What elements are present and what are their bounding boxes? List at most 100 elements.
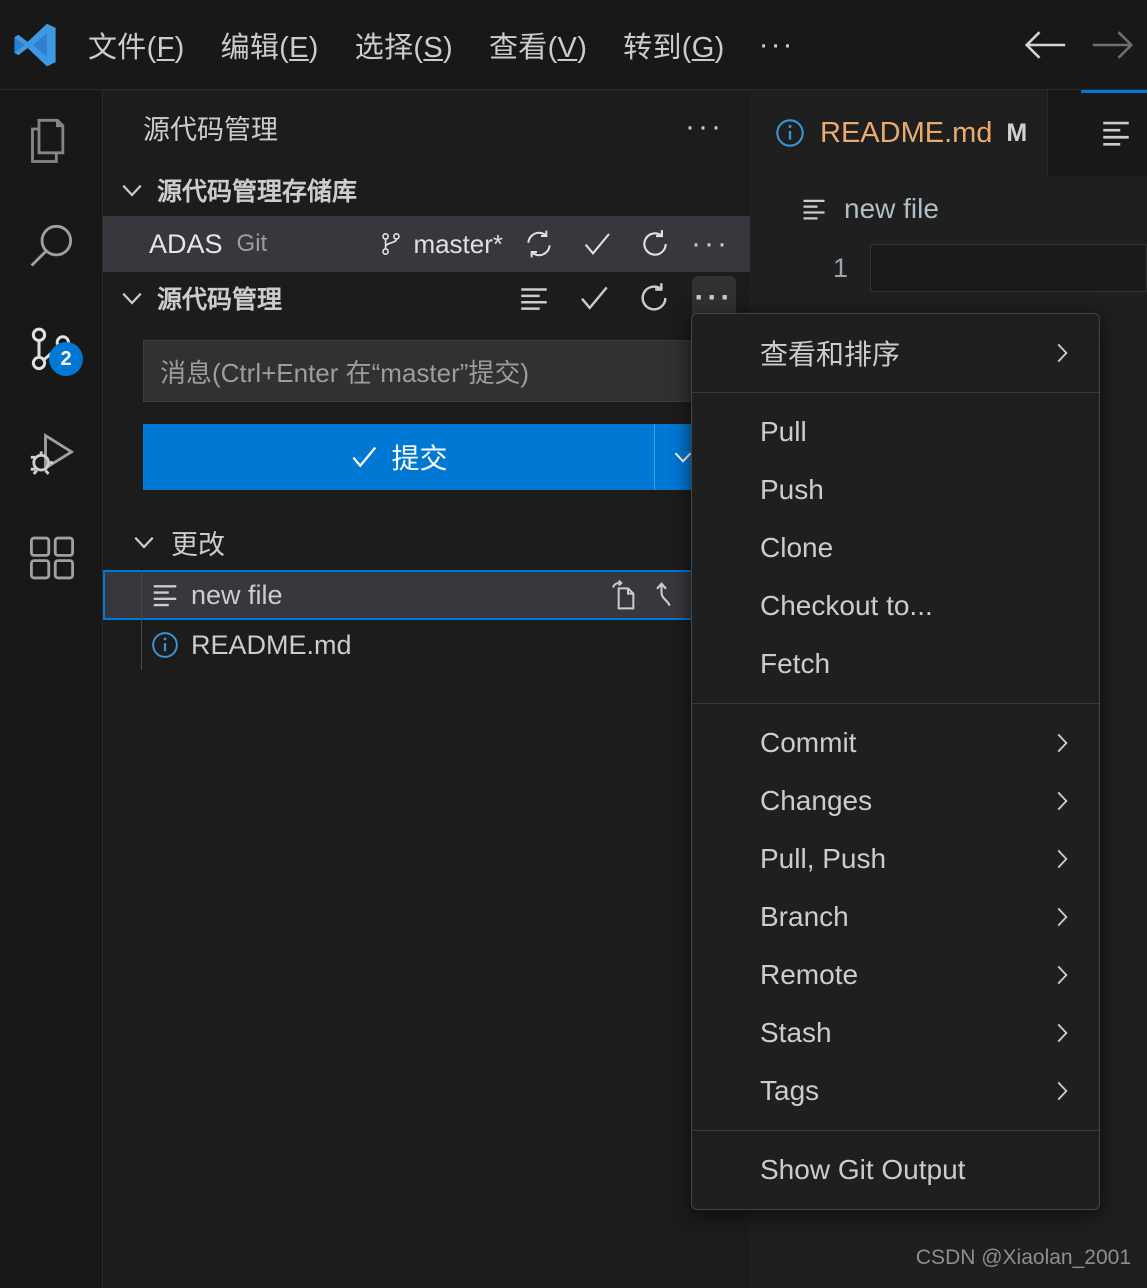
context-menu-item-label: Tags bbox=[760, 1075, 820, 1106]
sidebar-item-run-debug[interactable] bbox=[0, 402, 103, 506]
run-debug-icon bbox=[30, 433, 74, 475]
context-menu-item[interactable]: Remote bbox=[692, 946, 1099, 1004]
check-icon bbox=[349, 442, 379, 472]
section-header-repositories-label: 源代码管理存储库 bbox=[157, 178, 358, 206]
context-menu-group: Commit Changes Pull, Push Branch Remote Stash… bbox=[692, 703, 1099, 1130]
diff-editor-title: new file bbox=[750, 176, 1147, 242]
section-header-scm[interactable]: 源代码管理 ··· bbox=[103, 272, 750, 324]
menu-item-edit-label: 编辑 bbox=[220, 31, 280, 64]
context-menu-item[interactable]: Branch bbox=[692, 888, 1099, 946]
context-menu-item-label: Checkout to... bbox=[760, 590, 933, 621]
menu-item-more[interactable]: ··· bbox=[743, 22, 811, 68]
commit-button-group: 提交 bbox=[143, 424, 710, 490]
context-menu-group: Pull Push Clone Checkout to... Fetch bbox=[692, 392, 1099, 703]
menu-bar[interactable]: 文件(F) 编辑(E) 选择(S) 查看(V) 转到(G) ··· bbox=[70, 18, 811, 72]
arrow-left-icon[interactable] bbox=[1011, 0, 1079, 90]
files-icon bbox=[30, 118, 64, 163]
editor-tab-actions bbox=[1085, 90, 1147, 176]
discard-icon[interactable] bbox=[654, 580, 684, 610]
source-control-sidebar: 源代码管理 ··· 源代码管理存储库 ADAS Git master* ··· … bbox=[103, 90, 750, 1288]
chevron-right-icon bbox=[1049, 846, 1075, 872]
context-menu-item[interactable]: Pull bbox=[692, 403, 1099, 461]
check-icon[interactable] bbox=[575, 222, 619, 266]
sidebar-item-explorer[interactable] bbox=[0, 90, 103, 194]
context-menu-item[interactable]: 查看和排序 bbox=[692, 324, 1099, 382]
sidebar-title: 源代码管理 bbox=[143, 114, 278, 145]
context-menu-item[interactable]: Commit bbox=[692, 714, 1099, 772]
context-menu-item[interactable]: Show Git Output bbox=[692, 1141, 1099, 1199]
repository-row[interactable]: ADAS Git master* ··· bbox=[103, 216, 750, 272]
menu-item-edit-mnemonic: E bbox=[289, 31, 309, 64]
code-line-content[interactable] bbox=[870, 244, 1147, 292]
context-menu-item[interactable]: Checkout to... bbox=[692, 577, 1099, 635]
open-file-icon[interactable] bbox=[608, 579, 640, 611]
navigation-arrows bbox=[1011, 0, 1147, 90]
context-menu-item[interactable]: Stash bbox=[692, 1004, 1099, 1062]
repository-more-actions-kebab-icon[interactable]: ··· bbox=[691, 229, 730, 259]
search-icon bbox=[30, 224, 72, 267]
arrow-right-icon[interactable] bbox=[1079, 0, 1147, 90]
line-number: 1 bbox=[832, 252, 848, 283]
context-menu: 查看和排序 Pull Push Clone Checkout to... Fetch Com… bbox=[691, 313, 1100, 1210]
list-item-label: new file bbox=[191, 579, 283, 610]
active-group-accent bbox=[1081, 90, 1147, 93]
check-icon[interactable] bbox=[572, 276, 616, 320]
extensions-icon bbox=[29, 536, 74, 580]
editor-tab-label: README.md bbox=[820, 116, 993, 149]
context-menu-item-label: Show Git Output bbox=[760, 1154, 966, 1185]
activity-bar: 2 bbox=[0, 90, 103, 1288]
context-menu-item[interactable]: Pull, Push bbox=[692, 830, 1099, 888]
context-menu-item-label: 查看和排序 bbox=[760, 339, 901, 370]
vscode-logo-icon bbox=[0, 19, 70, 71]
repository-actions: master* ··· bbox=[378, 222, 730, 266]
diff-editor-title-label: new file bbox=[844, 193, 939, 224]
repository-kind: Git bbox=[236, 230, 268, 257]
menu-item-selection[interactable]: 选择(S) bbox=[337, 18, 471, 72]
sidebar-more-actions-kebab-icon[interactable]: ··· bbox=[685, 112, 724, 142]
chevron-down-icon bbox=[129, 527, 159, 557]
git-branch-icon bbox=[378, 230, 404, 258]
tree-indent-guide bbox=[141, 570, 142, 620]
menu-item-goto[interactable]: 转到(G) bbox=[605, 18, 742, 72]
sync-icon[interactable] bbox=[517, 222, 561, 266]
commit-button-label: 提交 bbox=[391, 443, 448, 474]
commit-button[interactable]: 提交 bbox=[143, 424, 654, 490]
diff-lines-icon[interactable] bbox=[1099, 116, 1133, 150]
menu-item-view-mnemonic: V bbox=[557, 31, 578, 64]
editor-tab-readme[interactable]: README.md M bbox=[750, 90, 1049, 176]
chevron-right-icon bbox=[1049, 1020, 1075, 1046]
menu-item-view[interactable]: 查看(V) bbox=[471, 18, 605, 72]
changes-group-header[interactable]: 更改 bbox=[103, 514, 750, 570]
context-menu-item[interactable]: Fetch bbox=[692, 635, 1099, 693]
repository-name: ADAS bbox=[149, 228, 223, 259]
sidebar-item-extensions[interactable] bbox=[0, 506, 103, 610]
context-menu-item-label: Fetch bbox=[760, 648, 831, 679]
list-item[interactable]: README.md bbox=[103, 620, 750, 670]
tree-indent-guide bbox=[141, 620, 142, 670]
context-menu-item-label: Clone bbox=[760, 532, 834, 563]
context-menu-item[interactable]: Push bbox=[692, 461, 1099, 519]
menu-item-edit[interactable]: 编辑(E) bbox=[203, 18, 337, 72]
chevron-right-icon bbox=[1049, 1078, 1075, 1104]
refresh-icon[interactable] bbox=[633, 222, 677, 266]
info-circle-icon bbox=[143, 630, 187, 660]
section-header-repositories[interactable]: 源代码管理存储库 bbox=[103, 164, 750, 216]
list-icon[interactable] bbox=[512, 276, 556, 320]
sidebar-title-bar: 源代码管理 ··· bbox=[103, 90, 750, 164]
watermark: CSDN @Xiaolan_2001 bbox=[915, 1246, 1131, 1269]
menu-item-file[interactable]: 文件(F) bbox=[70, 18, 203, 72]
repository-branch[interactable]: master* bbox=[378, 229, 503, 260]
title-bar: 文件(F) 编辑(E) 选择(S) 查看(V) 转到(G) ··· bbox=[0, 0, 1147, 90]
context-menu-item[interactable]: Tags bbox=[692, 1062, 1099, 1120]
context-menu-item-label: Stash bbox=[760, 1017, 832, 1048]
context-menu-item[interactable]: Changes bbox=[692, 772, 1099, 830]
commit-message-input[interactable]: 消息(Ctrl+Enter 在“master”提交) bbox=[143, 340, 710, 402]
editor-tab-dirty-badge: M bbox=[1006, 118, 1028, 147]
refresh-icon[interactable] bbox=[632, 276, 676, 320]
context-menu-item[interactable]: Clone bbox=[692, 519, 1099, 577]
list-item[interactable]: new file bbox=[103, 570, 750, 620]
sidebar-item-source-control[interactable]: 2 bbox=[0, 298, 103, 402]
menu-item-view-label: 查看 bbox=[488, 31, 548, 64]
sidebar-item-search[interactable] bbox=[0, 194, 103, 298]
context-menu-item-label: Remote bbox=[760, 959, 859, 990]
